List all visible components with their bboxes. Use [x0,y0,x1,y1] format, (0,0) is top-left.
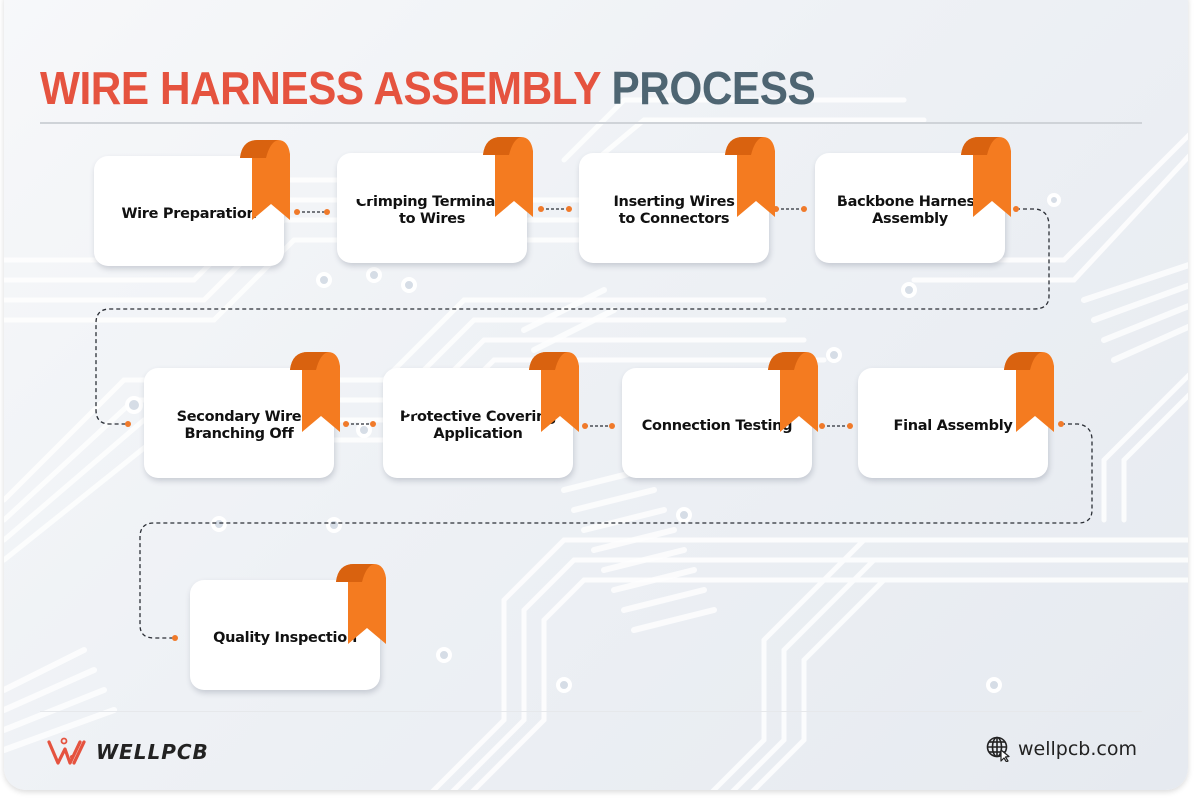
step-number: 9 [207,593,229,635]
step-number: 3 [596,166,618,208]
ribbon-badge-icon [336,564,386,644]
step-card: 3 Inserting Wires to Connectors [579,137,775,263]
step-number: 5 [161,381,183,423]
step-card: 5 Secondary Wire Branching Off [144,352,340,478]
brand-logo: WELLPCB [46,737,209,767]
step-card: 7 Connection Testing [622,352,818,478]
step-label: Inserting Wires to Connectors [613,194,735,227]
ribbon-badge-icon [1004,352,1054,432]
title-secondary: PROCESS [611,62,816,114]
footer-divider [40,711,1142,712]
ribbon-badge-icon [529,352,579,432]
step-number: 6 [400,381,422,423]
website-url[interactable]: wellpcb.com [1018,738,1137,760]
ribbon-badge-icon [240,140,290,220]
step-card: 2 Crimping Terminals to Wires [337,137,533,263]
step-label: Final Assembly [893,417,1013,434]
step-label: Secondary Wire Branching Off [176,409,302,442]
step-number: 1 [111,169,133,211]
page-title: WIRE HARNESS ASSEMBLY PROCESS [40,62,816,114]
step-number: 2 [354,166,376,208]
ribbon-badge-icon [290,352,340,432]
title-divider [40,122,1142,124]
ribbon-badge-icon [768,352,818,432]
globe-cursor-icon [986,736,1010,762]
ribbon-badge-icon [725,137,775,217]
step-card: 1 Wire Preparation [94,140,290,266]
title-primary: WIRE HARNESS ASSEMBLY [40,62,601,114]
step-card: 9 Quality Inspection [190,564,386,690]
step-card: 6 Protective Covering Application [383,352,579,478]
brand-name: WELLPCB [96,740,209,764]
website-link[interactable]: wellpcb.com [986,736,1137,762]
ribbon-badge-icon [961,137,1011,217]
wellpcb-logo-icon [47,737,86,765]
step-number: 8 [875,381,897,423]
step-card: 8 Final Assembly [858,352,1054,478]
step-number: 4 [832,166,854,208]
step-card: 4 Backbone Harness Assembly [815,137,1011,263]
step-number: 7 [639,381,661,423]
ribbon-badge-icon [483,137,533,217]
